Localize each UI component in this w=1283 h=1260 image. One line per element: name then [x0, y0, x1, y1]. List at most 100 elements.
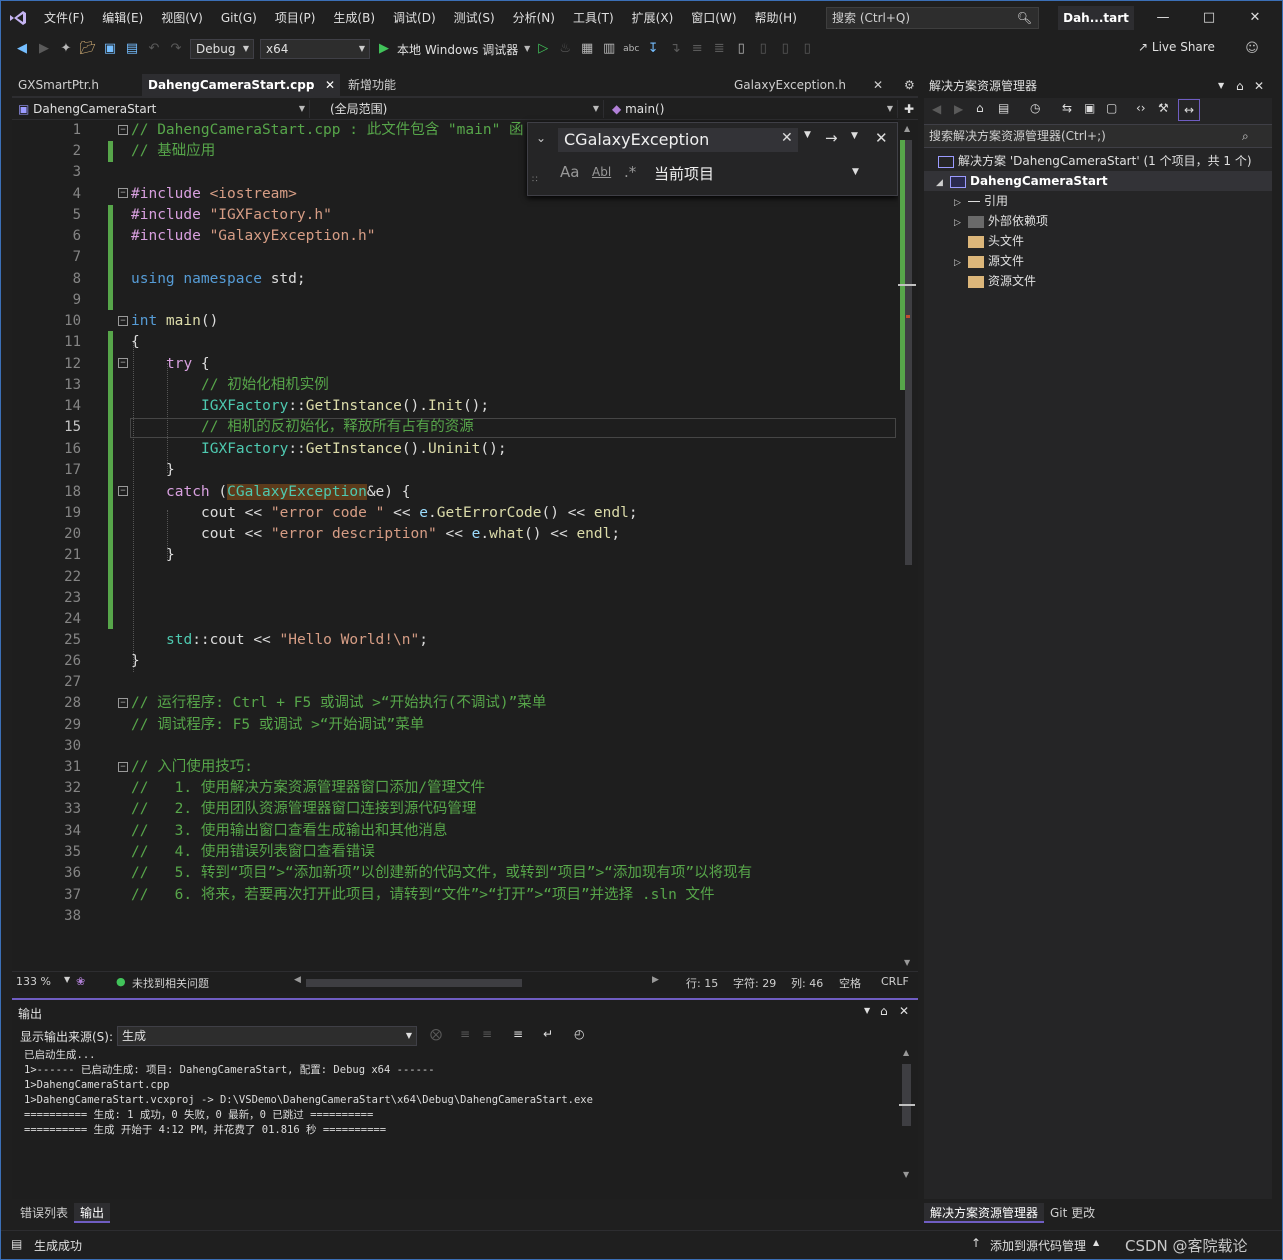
close-window-button[interactable]: ✕	[1232, 1, 1278, 35]
menu-git[interactable]: Git(G)	[212, 1, 266, 35]
next-message-icon[interactable]: ≡	[482, 1027, 492, 1041]
project-dropdown[interactable]: ▣ DahengCameraStart ▼	[14, 100, 310, 118]
scroll-down-icon[interactable]: ▼	[904, 958, 910, 967]
editor-vertical-scrollbar[interactable]: ▲ ▼	[898, 120, 918, 971]
search-history-chevron-icon[interactable]: ▼	[804, 130, 811, 140]
search-scope-select[interactable]: 当前项目	[654, 163, 714, 184]
match-word-button[interactable]: Abl	[592, 165, 611, 179]
solution-search-input[interactable]: 搜索解决方案资源管理器(Ctrl+;) ⌕	[924, 124, 1272, 148]
tab-solution-explorer[interactable]: 解决方案资源管理器	[924, 1203, 1045, 1223]
use-regex-button[interactable]: .*	[624, 163, 636, 181]
menu-view[interactable]: 视图(V)	[152, 1, 212, 35]
sync-icon[interactable]: ⇆	[1062, 101, 1072, 115]
chevron-up-icon[interactable]: ▲	[1093, 1238, 1099, 1247]
tab-dahengcamerastart[interactable]: DahengCameraStart.cpp ⌂ ✕	[142, 74, 340, 96]
word-wrap-icon[interactable]: ↵	[543, 1027, 553, 1041]
menu-window[interactable]: 窗口(W)	[682, 1, 745, 35]
find-options-chevron-icon[interactable]: ▼	[851, 131, 858, 141]
menu-debug[interactable]: 调试(D)	[384, 1, 445, 35]
line-indicator[interactable]: 行: 15	[686, 975, 718, 991]
scroll-up-icon[interactable]: ▲	[904, 124, 910, 133]
save-all-icon[interactable]: ▤	[121, 38, 143, 60]
next-bookmark-icon[interactable]: ▯	[774, 38, 796, 60]
live-share-button[interactable]: ↗ Live Share	[1138, 40, 1215, 54]
step-over-icon[interactable]: ↴	[664, 38, 686, 60]
scope-dropdown[interactable]: (全局范围) ▼	[314, 100, 604, 118]
tree-item-references[interactable]: ▷ 引用	[954, 191, 1008, 211]
preview-selected-icon[interactable]: ↔	[1178, 99, 1200, 121]
tree-item-source-files[interactable]: ▷ 源文件	[954, 251, 1024, 271]
solution-title-badge[interactable]: Dah...tart	[1058, 6, 1134, 30]
member-dropdown[interactable]: ◆ main() ▼	[608, 100, 898, 118]
menu-extensions[interactable]: 扩展(X)	[623, 1, 683, 35]
scroll-right-icon[interactable]: ▶	[652, 975, 659, 985]
match-case-button[interactable]: Aa	[560, 163, 579, 181]
layout-icon[interactable]: ▥	[598, 38, 620, 60]
menu-build[interactable]: 生成(B)	[324, 1, 384, 35]
issues-status[interactable]: 未找到相关问题	[132, 975, 209, 991]
project-node[interactable]: ◢ DahengCameraStart	[924, 171, 1272, 191]
chevron-down-icon[interactable]: ▼	[522, 38, 532, 60]
collapse-icon[interactable]: −	[118, 486, 128, 496]
toggle-replace-icon[interactable]: ⌄	[536, 131, 546, 145]
pin-icon[interactable]: ⌂	[1236, 74, 1244, 98]
clear-all-icon[interactable]: ≡	[513, 1027, 523, 1041]
view-code-icon[interactable]: ‹›	[1136, 101, 1146, 115]
menu-tools[interactable]: 工具(T)	[564, 1, 623, 35]
start-debugging-button[interactable]: 本地 Windows 调试器	[397, 41, 518, 58]
close-icon[interactable]: ✕	[899, 1004, 909, 1018]
close-icon[interactable]: ✕	[873, 74, 883, 96]
solution-configuration-select[interactable]: Debug ▼	[190, 39, 254, 59]
switch-views-icon[interactable]: ▤	[998, 101, 1009, 115]
tab-git-changes[interactable]: Git 更改	[1044, 1203, 1101, 1223]
close-find-icon[interactable]: ✕	[875, 129, 888, 147]
menu-file[interactable]: 文件(F)	[35, 1, 93, 35]
collapse-icon[interactable]: −	[118, 188, 128, 198]
chevron-down-icon[interactable]: ▼	[864, 1006, 870, 1015]
collapse-all-icon[interactable]: ▣	[1084, 101, 1095, 115]
comment-icon[interactable]: ≡	[686, 38, 708, 60]
drag-handle-icon[interactable]: ∷	[532, 175, 538, 185]
char-indicator[interactable]: 字符: 29	[733, 975, 776, 991]
collapse-icon[interactable]: −	[118, 125, 128, 135]
zoom-level[interactable]: 133 %	[16, 975, 51, 988]
scroll-down-icon[interactable]: ▼	[903, 1170, 909, 1179]
tree-item-resource-files[interactable]: 资源文件	[968, 271, 1036, 291]
find-message-icon[interactable]: ⨂	[430, 1027, 442, 1041]
tab-galaxyexception[interactable]: GalaxyException.h ✕	[728, 74, 888, 96]
visual-studio-logo-icon[interactable]	[1, 1, 35, 35]
minimize-button[interactable]: —	[1140, 1, 1186, 35]
prev-bookmark-icon[interactable]: ▯	[752, 38, 774, 60]
output-source-select[interactable]: 生成 ▼	[117, 1026, 417, 1046]
chevron-down-icon[interactable]: ▼	[1218, 74, 1224, 98]
find-input[interactable]: CGalaxyException	[558, 128, 798, 152]
maximize-button[interactable]: □	[1186, 1, 1232, 35]
scrollbar-thumb[interactable]	[902, 1064, 911, 1126]
start-debugging-icon[interactable]: ▶	[373, 38, 395, 60]
clear-search-icon[interactable]: ✕	[781, 130, 793, 146]
menu-analyze[interactable]: 分析(N)	[504, 1, 564, 35]
close-icon[interactable]: ✕	[325, 74, 335, 96]
collapse-icon[interactable]: −	[118, 698, 128, 708]
navigate-forward-icon[interactable]: ▶	[33, 38, 55, 60]
tree-item-external-deps[interactable]: ▷ 外部依赖项	[954, 211, 1048, 231]
close-icon[interactable]: ✕	[1254, 74, 1264, 98]
output-scrollbar[interactable]: ▲ ▼	[899, 1048, 915, 1179]
whitespace-indicator[interactable]: 空格	[839, 975, 861, 991]
menu-help[interactable]: 帮助(H)	[746, 1, 806, 35]
tree-item-header-files[interactable]: 头文件	[968, 231, 1024, 251]
tab-error-list[interactable]: 错误列表	[14, 1203, 74, 1223]
bookmark-icon[interactable]: ▯	[730, 38, 752, 60]
scroll-left-icon[interactable]: ◀	[294, 975, 301, 985]
home-icon[interactable]: ⌂	[976, 101, 984, 115]
collapse-icon[interactable]: −	[118, 316, 128, 326]
code-editor[interactable]: 1 2 3 4 5 6 7 8 9 10 11 12 13 14 15 16 17 18 19 20 21 22 23 24 2…	[12, 120, 898, 971]
line-ending-indicator[interactable]: CRLF	[881, 975, 909, 988]
output-text[interactable]: 已启动生成... 1>------ 已启动生成: 项目: DahengCamera…	[24, 1048, 904, 1198]
uncomment-icon[interactable]: ≣	[708, 38, 730, 60]
step-into-icon[interactable]: ↧	[642, 38, 664, 60]
find-next-icon[interactable]: →	[825, 129, 838, 147]
clock-icon[interactable]: ◴	[574, 1027, 584, 1041]
chevron-down-icon[interactable]: ▼	[852, 167, 859, 177]
chevron-down-icon[interactable]: ▼	[64, 975, 70, 984]
